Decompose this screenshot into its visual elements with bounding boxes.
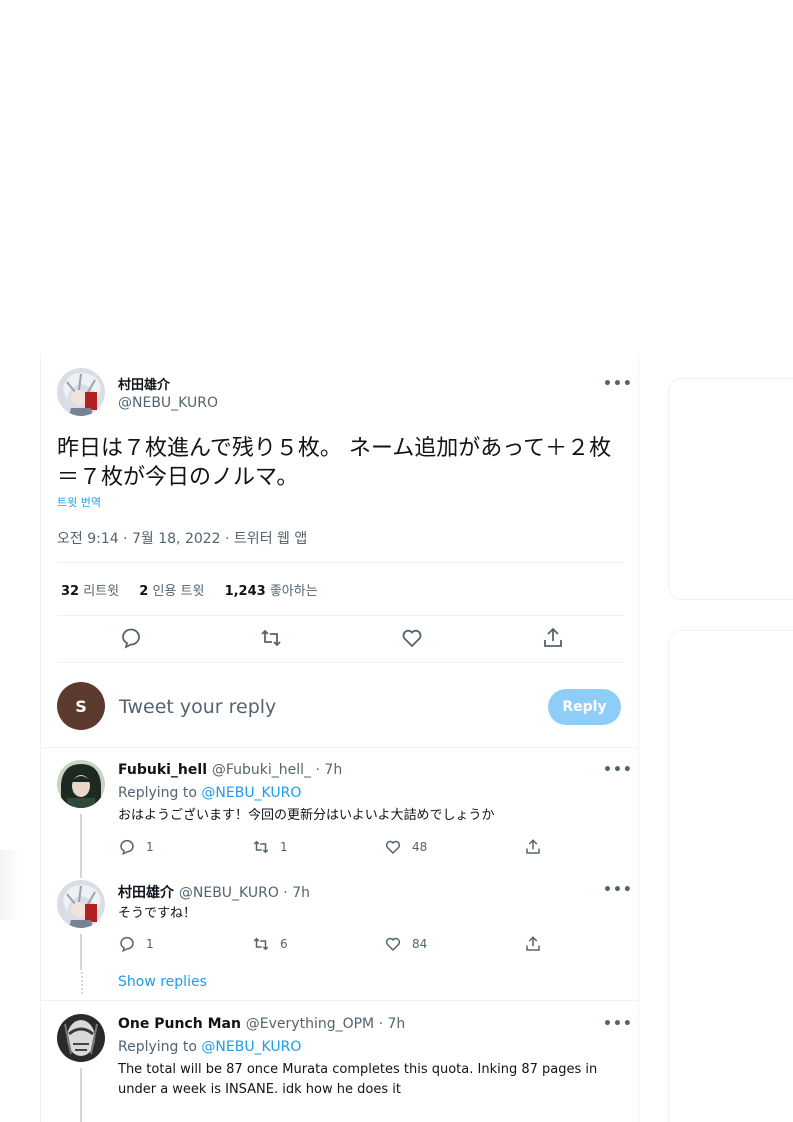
reply-author[interactable]: One Punch Man @Everything_OPM · 7h (118, 1016, 405, 1032)
reply-meta: @NEBU_KURO · 7h (178, 885, 310, 901)
likes-stat[interactable]: 1,243 좋아하는 (225, 584, 318, 599)
share-action[interactable] (524, 838, 542, 856)
divider (41, 747, 638, 748)
replying-to: Replying to @NEBU_KURO (118, 785, 302, 801)
thread-line (80, 934, 82, 970)
author-handle[interactable]: @NEBU_KURO (118, 395, 218, 411)
more-options-icon[interactable]: ••• (603, 376, 633, 392)
left-edge-shadow (0, 850, 20, 920)
tweet-thread-column: 村田雄介 @NEBU_KURO ••• 昨日は７枚進んで残り５枚。 ネーム追加が… (40, 354, 639, 1122)
reply-author[interactable]: 村田雄介 @NEBU_KURO · 7h (118, 882, 310, 902)
like-icon[interactable] (384, 838, 402, 856)
like-count: 48 (412, 840, 428, 854)
avatar[interactable] (57, 1014, 105, 1062)
share-icon[interactable] (524, 935, 542, 953)
reply-text: おはようございます！今回の更新分はいよいよ大詰めでしょうか (118, 808, 495, 823)
reply-actions: 1 6 84 (118, 935, 568, 955)
show-replies-link[interactable]: Show replies (118, 974, 207, 990)
reply-action[interactable]: 1 (118, 935, 154, 953)
tweet-text: 昨日は７枚進んで残り５枚。 ネーム追加があって＋２枚＝７枚が今日のノルマ。 (57, 436, 612, 490)
reply-input[interactable]: Tweet your reply (119, 696, 276, 718)
reply-author-name[interactable]: Fubuki_hell (118, 762, 207, 778)
thread-line (80, 814, 82, 878)
retweets-stat[interactable]: 32 리트윗 (61, 584, 119, 599)
author-name[interactable]: 村田雄介 (118, 374, 170, 393)
avatar[interactable] (57, 368, 105, 416)
reply-action[interactable]: 1 (118, 838, 154, 856)
replying-to-link[interactable]: @NEBU_KURO (201, 785, 301, 801)
thread-line (80, 1068, 82, 1122)
retweet-action[interactable]: 6 (252, 935, 288, 953)
retweet-icon[interactable] (252, 935, 270, 953)
reply-actions: 1 1 48 (118, 838, 568, 858)
divider (57, 562, 624, 563)
replying-to-link[interactable]: @NEBU_KURO (201, 1039, 301, 1055)
share-action[interactable] (524, 935, 542, 953)
reply-meta: @Everything_OPM · 7h (245, 1016, 406, 1032)
reply-author-name[interactable]: One Punch Man (118, 1016, 241, 1032)
retweet-action[interactable]: 1 (252, 838, 288, 856)
main-tweet-actions (57, 626, 624, 652)
reply-icon[interactable] (119, 626, 143, 650)
right-sidebar-card (668, 630, 793, 1122)
reply-text: The total will be 87 once Murata complet… (118, 1062, 598, 1097)
more-options-icon[interactable]: ••• (603, 762, 633, 778)
more-options-icon[interactable]: ••• (603, 882, 633, 898)
more-options-icon[interactable]: ••• (603, 1016, 633, 1032)
reply-author-name[interactable]: 村田雄介 (118, 885, 174, 901)
like-action[interactable]: 48 (384, 838, 427, 856)
reply-count: 1 (146, 840, 154, 854)
translate-link[interactable]: 트윗 번역 (57, 494, 101, 510)
reply-icon[interactable] (118, 935, 136, 953)
like-action[interactable]: 84 (384, 935, 427, 953)
reply-count: 1 (146, 937, 154, 951)
retweet-icon[interactable] (252, 838, 270, 856)
retweet-icon[interactable] (259, 626, 283, 650)
composer-avatar[interactable]: S (57, 682, 105, 730)
share-icon[interactable] (524, 838, 542, 856)
tweet-stats: 32 리트윗 2 인용 트윗 1,243 좋아하는 (61, 580, 334, 599)
retweet-count: 6 (280, 937, 288, 951)
avatar[interactable] (57, 760, 105, 808)
tweet-timestamp[interactable]: 오전 9:14 · 7월 18, 2022 · 트위터 웹 앱 (57, 528, 307, 548)
reply-icon[interactable] (118, 838, 136, 856)
reply-text: そうですね！ (118, 906, 197, 921)
quotes-stat[interactable]: 2 인용 트윗 (139, 584, 204, 599)
divider (57, 662, 624, 663)
reply-author[interactable]: Fubuki_hell @Fubuki_hell_ · 7h (118, 762, 342, 778)
divider (41, 1000, 638, 1001)
thread-dots (81, 972, 83, 994)
replying-to: Replying to @NEBU_KURO (118, 1039, 302, 1055)
reply-button[interactable]: Reply (548, 689, 621, 725)
like-icon[interactable] (400, 626, 424, 650)
avatar[interactable] (57, 880, 105, 928)
divider (57, 615, 624, 616)
like-count: 84 (412, 937, 428, 951)
retweet-count: 1 (280, 840, 288, 854)
share-icon[interactable] (541, 626, 565, 650)
reply-meta: @Fubuki_hell_ · 7h (211, 762, 343, 778)
right-sidebar-card (668, 378, 793, 600)
like-icon[interactable] (384, 935, 402, 953)
